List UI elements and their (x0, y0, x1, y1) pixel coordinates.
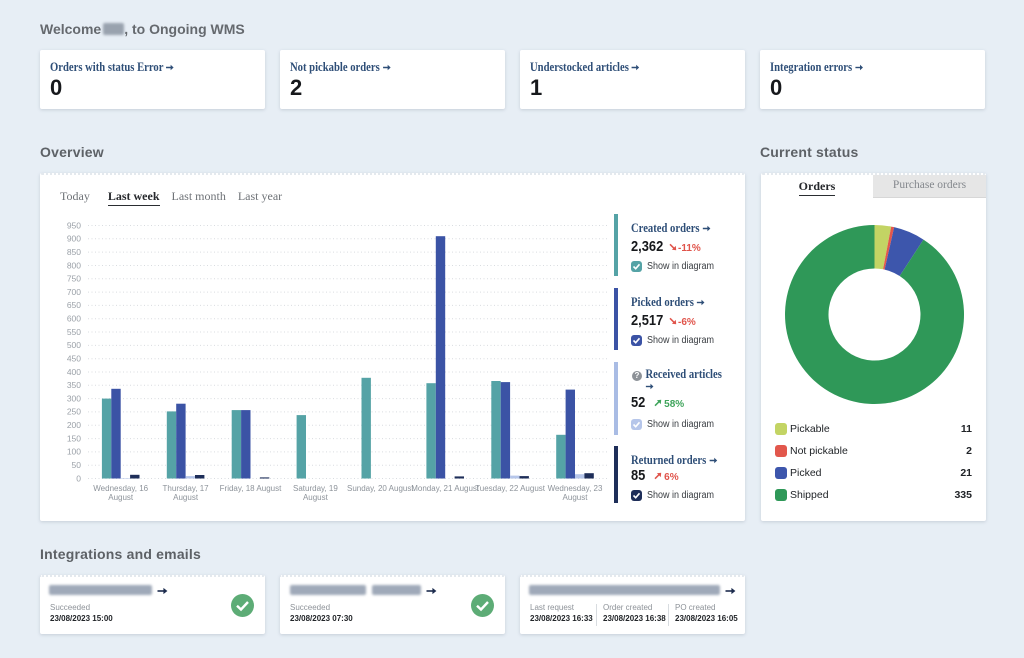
svg-text:0: 0 (76, 473, 81, 483)
svg-text:950: 950 (67, 220, 81, 230)
svg-text:900: 900 (67, 234, 81, 244)
svg-text:Saturday, 19: Saturday, 19 (293, 484, 338, 493)
svg-text:Sunday, 20 August: Sunday, 20 August (347, 484, 414, 493)
svg-text:Wednesday, 16: Wednesday, 16 (93, 484, 148, 493)
svg-text:100: 100 (67, 447, 81, 457)
svg-text:800: 800 (67, 260, 81, 270)
svg-text:500: 500 (67, 340, 81, 350)
svg-text:Thursday, 17: Thursday, 17 (163, 484, 210, 493)
svg-text:150: 150 (67, 433, 81, 443)
svg-text:Monday, 21 August: Monday, 21 August (411, 484, 480, 493)
svg-text:300: 300 (67, 393, 81, 403)
svg-text:August: August (563, 493, 589, 502)
svg-text:August: August (173, 493, 199, 502)
svg-text:600: 600 (67, 314, 81, 324)
svg-text:850: 850 (67, 247, 81, 257)
svg-text:400: 400 (67, 367, 81, 377)
svg-text:650: 650 (67, 300, 81, 310)
svg-text:Wednesday, 23: Wednesday, 23 (548, 484, 603, 493)
svg-text:250: 250 (67, 407, 81, 417)
svg-text:August: August (303, 493, 329, 502)
svg-text:Friday, 18 August: Friday, 18 August (220, 484, 282, 493)
svg-text:200: 200 (67, 420, 81, 430)
svg-text:700: 700 (67, 287, 81, 297)
svg-text:Tuesday, 22 August: Tuesday, 22 August (475, 484, 546, 493)
svg-text:50: 50 (72, 460, 82, 470)
svg-text:350: 350 (67, 380, 81, 390)
svg-text:450: 450 (67, 354, 81, 364)
svg-text:750: 750 (67, 274, 81, 284)
svg-text:550: 550 (67, 327, 81, 337)
svg-text:August: August (108, 493, 134, 502)
